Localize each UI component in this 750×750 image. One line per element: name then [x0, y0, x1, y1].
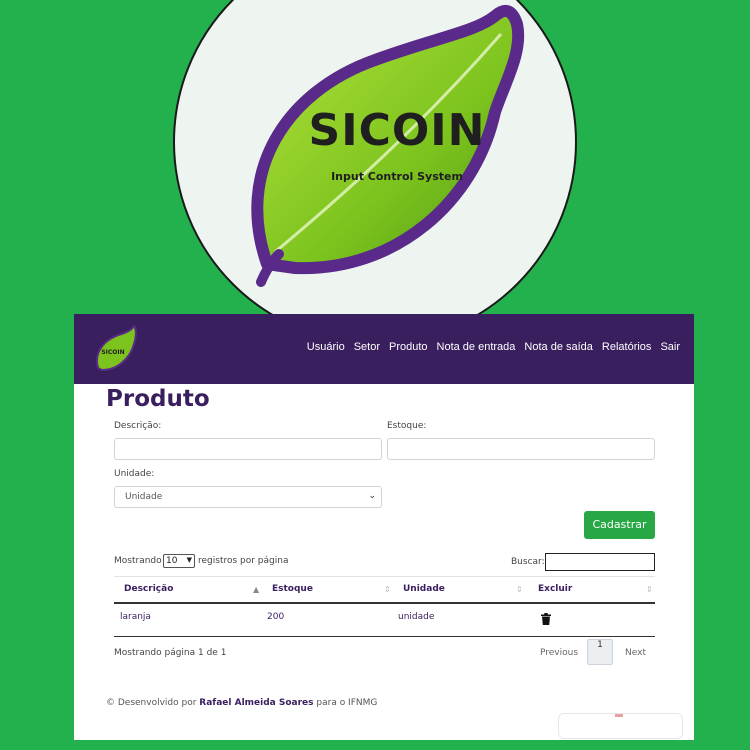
cell-descricao: laranja	[120, 612, 151, 622]
table-top-divider	[114, 576, 655, 577]
page-button-current[interactable]: 1	[587, 639, 613, 665]
page-length-select[interactable]: 10 ▼	[163, 554, 195, 568]
cadastrar-button[interactable]: Cadastrar	[584, 511, 655, 539]
sort-icon: ⇕	[384, 585, 391, 594]
sort-icon: ⇕	[516, 585, 523, 594]
page-length-value: 10	[166, 556, 178, 566]
trash-icon[interactable]	[541, 613, 551, 625]
nav-item-nota-saida[interactable]: Nota de saída	[524, 341, 593, 353]
chevron-down-icon: ▼	[186, 556, 192, 564]
search-input[interactable]	[545, 553, 655, 571]
th-unidade[interactable]: Unidade	[403, 584, 445, 594]
next-button[interactable]: Next	[625, 648, 646, 658]
logo-title: SICOIN	[308, 105, 486, 156]
app-window: SICOIN Usuário Setor Produto Nota de ent…	[74, 314, 694, 740]
floating-widget[interactable]	[558, 713, 683, 739]
unidade-select[interactable]: Unidade ⌄	[114, 486, 382, 508]
logo-subtitle: Input Control System	[331, 170, 463, 183]
navbar: SICOIN Usuário Setor Produto Nota de ent…	[74, 314, 694, 384]
nav-logo-icon[interactable]: SICOIN	[92, 324, 138, 374]
footer-suffix: para o IFNMG	[316, 698, 378, 708]
nav-item-sair[interactable]: Sair	[660, 341, 680, 353]
table-header-divider	[114, 602, 655, 604]
widget-accent	[615, 714, 623, 717]
unidade-select-value: Unidade	[125, 492, 163, 502]
estoque-label: Estoque:	[387, 421, 427, 431]
descricao-label: Descrição:	[114, 421, 162, 431]
nav-item-setor[interactable]: Setor	[354, 341, 380, 353]
length-prefix: Mostrando	[114, 556, 162, 566]
length-suffix: registros por página	[198, 556, 289, 566]
nav-item-nota-entrada[interactable]: Nota de entrada	[437, 341, 516, 353]
logo-circle: SICOIN Input Control System	[173, 0, 577, 344]
page-title: Produto	[106, 386, 210, 412]
nav-menu: Usuário Setor Produto Nota de entrada No…	[307, 341, 680, 353]
sort-icon: ⇕	[646, 585, 653, 594]
th-excluir[interactable]: Excluir	[538, 584, 572, 594]
svg-text:SICOIN: SICOIN	[101, 349, 124, 356]
th-estoque[interactable]: Estoque	[272, 584, 313, 594]
footer-prefix: © Desenvolvido por	[106, 698, 197, 708]
sort-asc-icon: ▲	[253, 585, 260, 594]
search-label: Buscar:	[511, 557, 545, 567]
footer-author: Rafael Almeida Soares	[199, 698, 314, 708]
th-descricao[interactable]: Descrição	[124, 584, 173, 594]
footer: © Desenvolvido por Rafael Almeida Soares…	[106, 698, 377, 708]
cell-estoque: 200	[267, 612, 285, 622]
descricao-input[interactable]	[114, 438, 382, 460]
nav-item-produto[interactable]: Produto	[389, 341, 428, 353]
nav-item-usuario[interactable]: Usuário	[307, 341, 345, 353]
cell-unidade: unidade	[398, 612, 435, 622]
estoque-input[interactable]	[387, 438, 655, 460]
table-bottom-divider	[114, 636, 655, 637]
chevron-down-icon: ⌄	[368, 491, 376, 501]
previous-button[interactable]: Previous	[540, 648, 578, 658]
nav-item-relatorios[interactable]: Relatórios	[602, 341, 652, 353]
pagination-info: Mostrando página 1 de 1	[114, 648, 227, 658]
unidade-label: Unidade:	[114, 469, 155, 479]
